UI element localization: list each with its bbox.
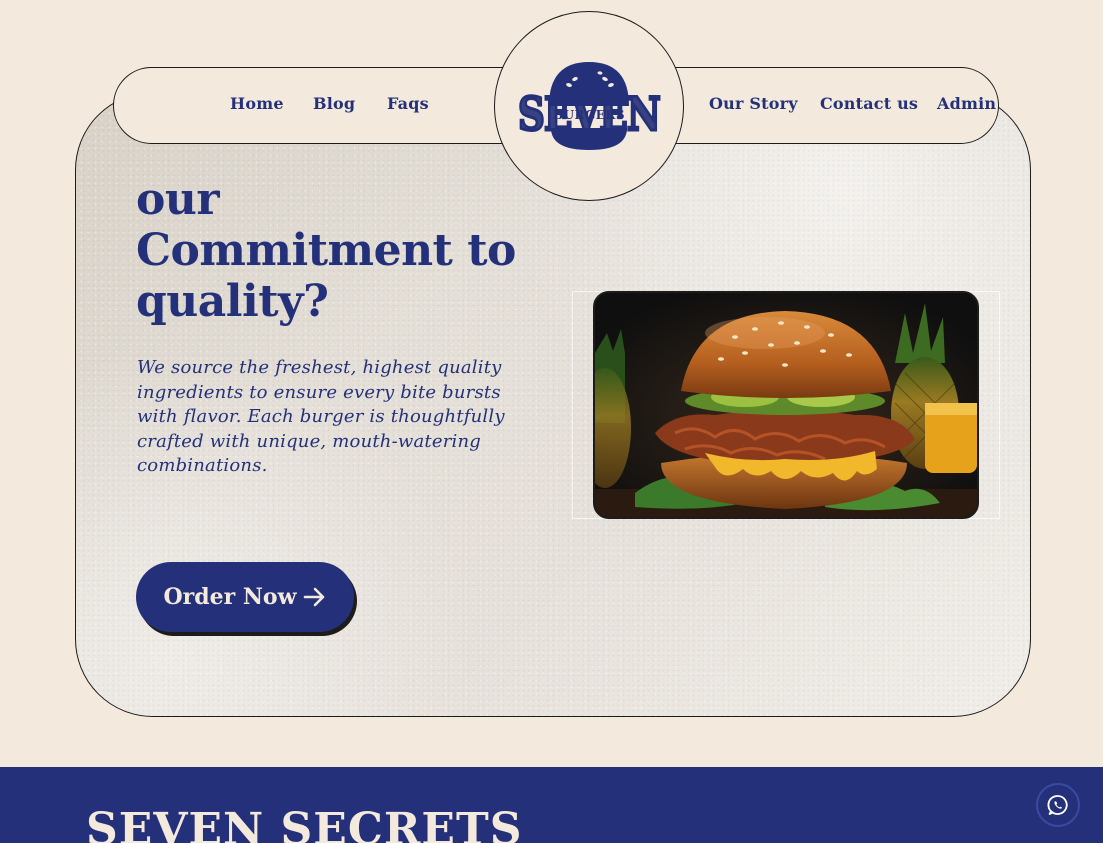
hero-heading: our Commitment to quality? xyxy=(136,174,516,327)
nav-link-blog[interactable]: Blog xyxy=(313,93,355,115)
whatsapp-icon xyxy=(1047,795,1068,815)
hero-description: We source the freshest, highest quality … xyxy=(137,357,505,477)
logo-word-fill: SEVEN xyxy=(518,87,660,141)
seven-secrets-section: SEVEN SECRETS xyxy=(0,767,1103,843)
arrow-right-icon xyxy=(303,587,324,607)
order-now-label: Order Now xyxy=(163,584,297,610)
seven-secrets-title: SEVEN SECRETS xyxy=(86,804,523,843)
logo[interactable]: BURGERS SEVEN SEVEN xyxy=(494,11,684,201)
whatsapp-button[interactable] xyxy=(1036,783,1080,827)
order-now-button[interactable]: Order Now xyxy=(136,562,354,632)
hero-heading-line-1: our xyxy=(136,174,220,225)
burger-image xyxy=(593,291,979,519)
seven-burgers-logo: BURGERS SEVEN SEVEN xyxy=(517,62,663,150)
nav-link-our-story[interactable]: Our Story xyxy=(709,93,798,115)
nav-link-contact-us[interactable]: Contact us xyxy=(820,93,918,115)
nav-link-admin[interactable]: Admin xyxy=(937,93,996,115)
nav-link-home[interactable]: Home xyxy=(230,93,284,115)
nav-link-faqs[interactable]: Faqs xyxy=(387,93,429,115)
hero-heading-line-2: Commitment to xyxy=(136,225,516,276)
hero-heading-line-3: quality? xyxy=(136,276,329,327)
